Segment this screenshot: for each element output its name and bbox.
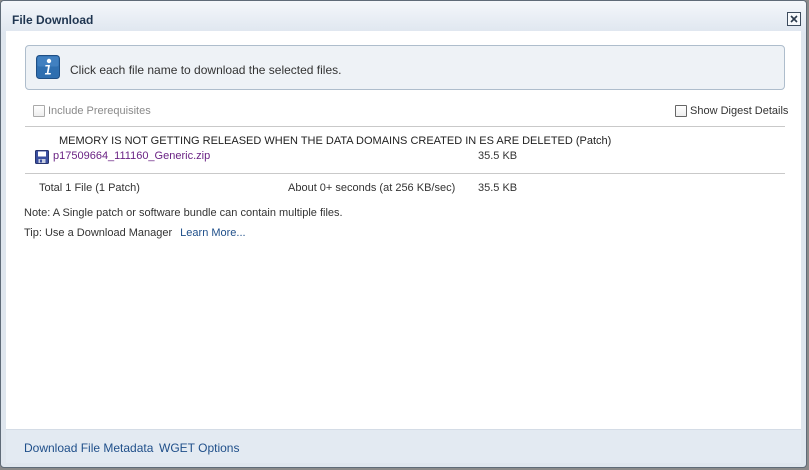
info-message: Click each file name to download the sel… (70, 63, 342, 77)
close-button[interactable] (787, 12, 801, 26)
close-icon (790, 15, 798, 23)
dialog-footer: Download File Metadata WGET Options (6, 429, 801, 463)
total-size: 35.5 KB (478, 182, 518, 194)
tip-text: Tip: Use a Download Manager (24, 227, 173, 239)
file-size: 35.5 KB (478, 150, 518, 162)
save-icon (35, 150, 49, 164)
divider (25, 126, 785, 127)
learn-more-link[interactable]: Learn More... (180, 227, 245, 239)
dialog-title: File Download (12, 13, 94, 27)
note-text: Note: A Single patch or software bundle … (24, 207, 343, 219)
show-digest-label: Show Digest Details (690, 105, 789, 117)
file-download-dialog: File Download Click each file name to do… (0, 0, 807, 468)
file-download-link[interactable]: p17509664_111160_Generic.zip (53, 150, 210, 162)
include-prerequisites-label: Include Prerequisites (48, 105, 151, 117)
info-icon (36, 55, 60, 79)
tip-line: Tip: Use a Download Manager Learn More... (24, 227, 246, 239)
time-estimate: About 0+ seconds (at 256 KB/sec) (288, 182, 456, 194)
dialog-content: Click each file name to download the sel… (6, 31, 801, 429)
download-file-metadata-link[interactable]: Download File Metadata (24, 441, 153, 455)
dialog-titlebar[interactable]: File Download (1, 1, 806, 33)
info-message-box: Click each file name to download the sel… (25, 45, 785, 90)
total-files-label: Total 1 File (1 Patch) (39, 182, 140, 194)
show-digest-checkbox[interactable] (675, 105, 687, 117)
wget-options-link[interactable]: WGET Options (159, 441, 239, 455)
divider (25, 173, 785, 174)
include-prerequisites-checkbox[interactable] (33, 105, 45, 117)
file-row: p17509664_111160_Generic.zip 35.5 KB (35, 149, 775, 165)
patch-description: MEMORY IS NOT GETTING RELEASED WHEN THE … (59, 135, 612, 147)
